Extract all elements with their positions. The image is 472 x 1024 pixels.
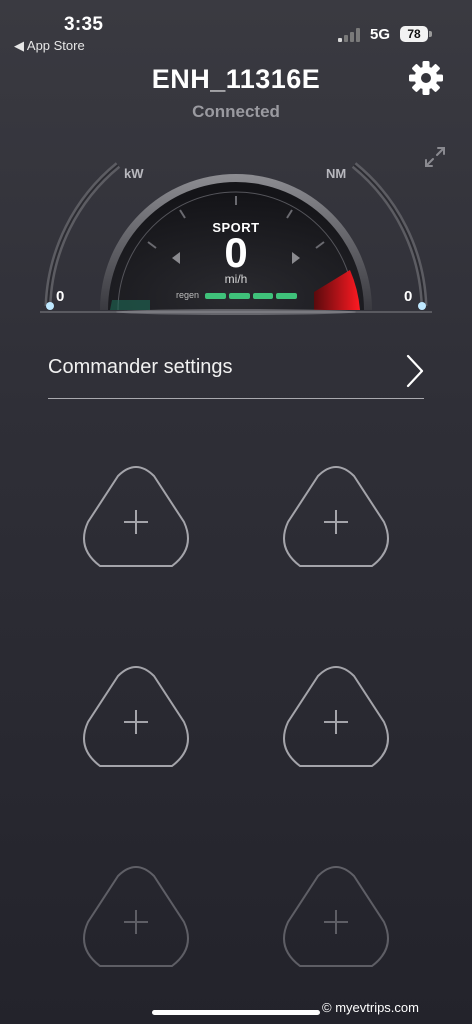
power-indicator-dot	[46, 302, 54, 310]
plus-icon	[324, 910, 348, 934]
commander-settings-row[interactable]: Commander settings	[48, 340, 424, 399]
gear-icon[interactable]	[408, 60, 444, 96]
regen-bar	[205, 293, 226, 299]
commander-settings-label: Commander settings	[48, 356, 233, 378]
battery-nub	[429, 31, 432, 37]
regen-bar	[228, 293, 250, 299]
torque-indicator-dot	[418, 302, 426, 310]
plus-icon	[124, 910, 148, 934]
plus-icon	[124, 710, 148, 734]
regen-label: regen	[176, 290, 200, 300]
power-unit-label: kW	[124, 166, 144, 181]
add-widget-slot-6[interactable]	[278, 864, 394, 970]
device-name: ENH_11316E	[151, 64, 321, 94]
regen-bar	[276, 293, 297, 299]
add-widget-slot-5[interactable]	[78, 864, 194, 970]
back-to-app-store-link[interactable]: ◀ App Store	[14, 38, 85, 54]
chevron-right-icon	[406, 354, 424, 388]
add-widget-slot-1[interactable]	[78, 464, 194, 570]
battery-icon: 78	[400, 26, 428, 42]
cellular-signal-icon	[338, 28, 360, 42]
torque-unit-label: NM	[326, 166, 347, 181]
speed-unit: mi/h	[224, 272, 248, 286]
status-time: 3:35	[64, 14, 104, 35]
plus-icon	[324, 710, 348, 734]
add-widget-slot-3[interactable]	[78, 664, 194, 770]
regen-bar	[252, 293, 274, 299]
speed-value: 0	[224, 229, 248, 276]
watermark: © myevtrips.com	[322, 1000, 419, 1015]
torque-value: 0	[404, 288, 413, 305]
plus-icon	[124, 510, 148, 534]
add-widget-slot-4[interactable]	[278, 664, 394, 770]
power-value: 0	[56, 288, 65, 305]
regen-level-bars	[205, 293, 297, 299]
home-indicator[interactable]	[152, 1010, 320, 1015]
connection-status: Connected	[192, 102, 280, 121]
network-type: 5G	[370, 26, 391, 43]
plus-icon	[324, 510, 348, 534]
add-widget-slot-2[interactable]	[278, 464, 394, 570]
